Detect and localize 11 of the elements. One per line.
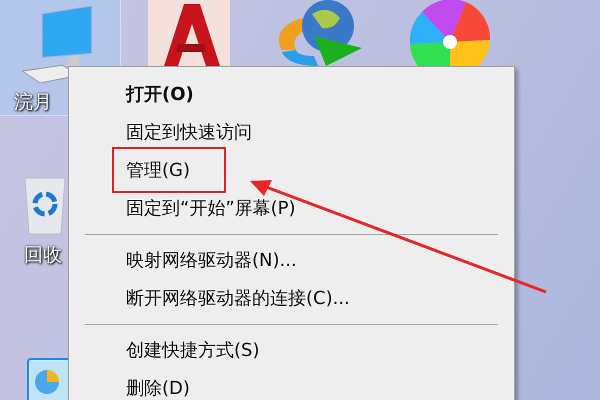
menu-item[interactable]: 映射网络驱动器(N)...: [69, 241, 514, 279]
menu-item[interactable]: 固定到快速访问: [69, 113, 514, 151]
menu-item[interactable]: 断开网络驱动器的连接(C)...: [69, 279, 514, 317]
menu-item[interactable]: 删除(D): [69, 369, 514, 400]
menu-item[interactable]: 固定到“开始”屏幕(P): [69, 189, 514, 227]
download-app-icon: [278, 0, 362, 66]
menu-item[interactable]: 管理(G): [69, 151, 514, 189]
menu-item[interactable]: 创建快捷方式(S): [69, 331, 514, 369]
cad-app-icon: [148, 0, 230, 66]
menu-item[interactable]: 打开(O): [69, 75, 514, 113]
browser-app-icon: [408, 0, 492, 66]
